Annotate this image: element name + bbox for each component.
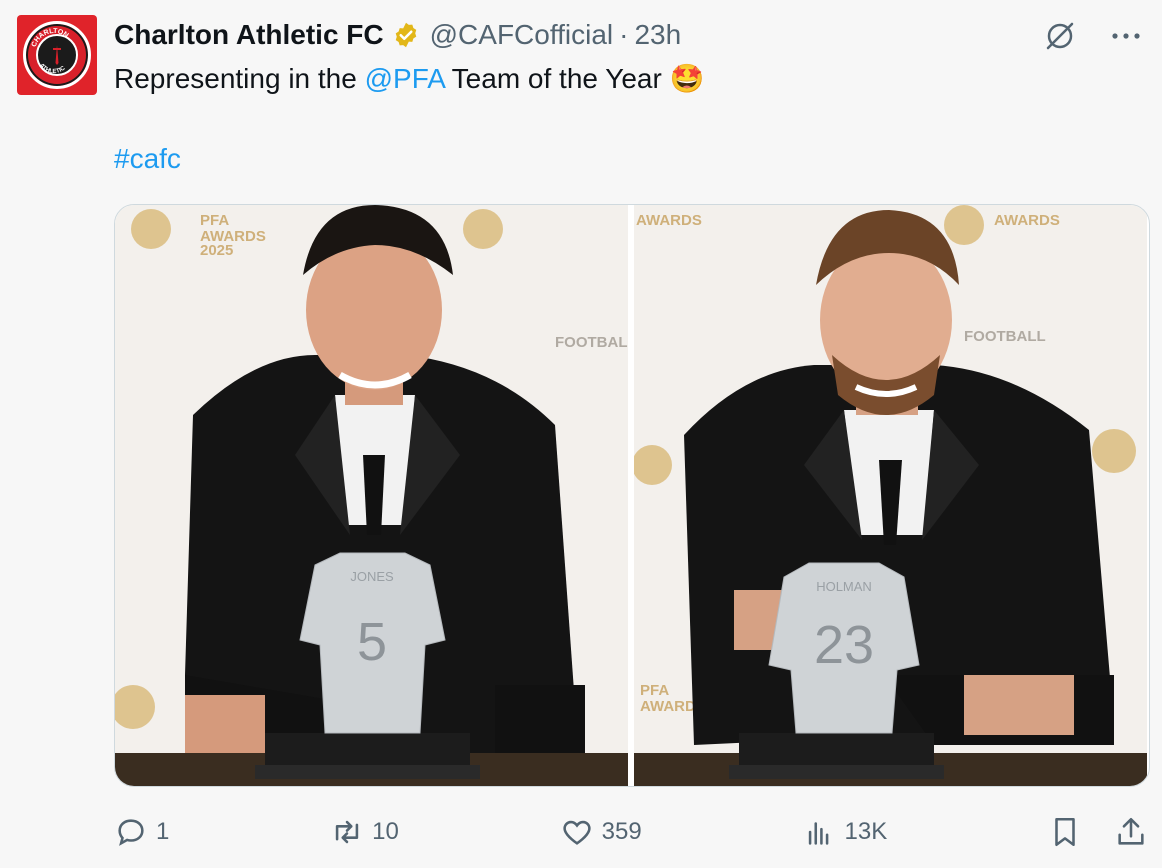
- pfa-mention-link[interactable]: @PFA: [365, 63, 445, 94]
- reply-button[interactable]: 1: [114, 815, 169, 849]
- share-button[interactable]: [1114, 815, 1148, 849]
- text-before: Representing in the: [114, 63, 365, 94]
- backdrop-year: 2025: [200, 242, 233, 259]
- author-handle[interactable]: @CAFCofficial: [430, 19, 614, 51]
- hashtag-link[interactable]: #cafc: [114, 140, 181, 178]
- reply-count: 1: [156, 818, 170, 845]
- trophy-name-holman: HOLMAN: [816, 579, 872, 594]
- grok-icon[interactable]: [1042, 18, 1078, 54]
- star-struck-emoji: 🤩: [669, 63, 705, 94]
- timestamp[interactable]: 23h: [634, 19, 681, 51]
- author-name[interactable]: Charlton Athletic FC: [114, 19, 384, 51]
- bookmark-button[interactable]: [1048, 815, 1082, 849]
- trophy-name-jones: JONES: [350, 569, 394, 584]
- svg-text:PFA: PFA: [640, 682, 669, 699]
- svg-text:FOOTBALL: FOOTBALL: [964, 328, 1046, 345]
- like-button[interactable]: 359: [560, 815, 642, 849]
- repost-count: 10: [372, 818, 399, 845]
- avatar[interactable]: CHARLTON ATHLETIC: [17, 15, 97, 95]
- tweet-header: Charlton Athletic FC @CAFCofficial · 23h: [114, 18, 681, 52]
- avatar-text-top: CHARLTON: [31, 28, 70, 48]
- repost-icon: [335, 820, 359, 844]
- share-icon: [1118, 817, 1144, 845]
- backdrop-pfa: PFA: [200, 212, 229, 229]
- svg-text:AWARDS: AWARDS: [636, 212, 702, 229]
- heart-icon: [563, 820, 591, 845]
- verified-badge-icon: [395, 22, 416, 48]
- bookmark-icon: [1055, 817, 1075, 847]
- svg-text:AWARDS: AWARDS: [994, 212, 1060, 229]
- analytics-icon: [808, 822, 828, 845]
- separator-dot: ·: [619, 19, 629, 50]
- trophy-number-holman: 23: [814, 615, 874, 675]
- trophy-number-jones: 5: [357, 612, 387, 672]
- avatar-text-bottom: ATHLETIC: [38, 63, 67, 75]
- views-count: 13K: [844, 818, 888, 845]
- media-grid: PFA AWARDS 2025 FOOTBALL: [114, 204, 1150, 787]
- svg-text:ATHLETIC: ATHLETIC: [38, 63, 67, 75]
- views-button[interactable]: 13K: [803, 815, 888, 849]
- photo-holman[interactable]: AWARDS AWARDS PFA AWARDS FOOTBALL HOLMAN…: [634, 205, 1149, 786]
- tweet-text: Representing in the @PFA Team of the Yea…: [114, 60, 1114, 98]
- svg-text:CHARLTON: CHARLTON: [31, 28, 70, 48]
- repost-button[interactable]: 10: [330, 815, 399, 849]
- more-options-icon[interactable]: [1108, 18, 1144, 54]
- backdrop-football: FOOTBALL: [555, 334, 628, 351]
- club-crest-icon: CHARLTON ATHLETIC: [23, 21, 91, 89]
- reply-icon: [118, 819, 144, 846]
- action-bar: 1 10 359 13K: [114, 812, 1148, 852]
- photo-jones[interactable]: PFA AWARDS 2025 FOOTBALL: [115, 205, 630, 786]
- text-after: Team of the Year: [444, 63, 670, 94]
- like-count: 359: [601, 818, 642, 845]
